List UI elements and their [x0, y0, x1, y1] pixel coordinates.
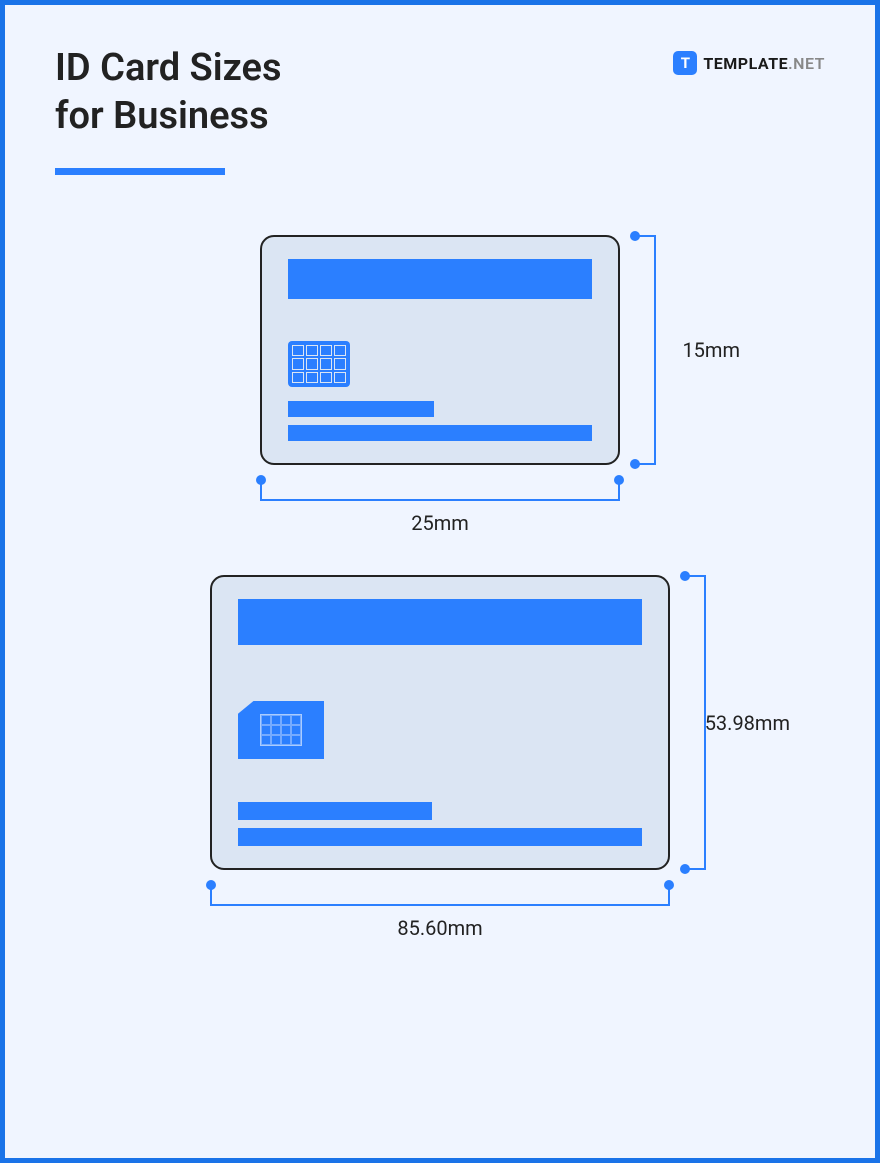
- page-title: ID Card Sizes for Business: [55, 45, 282, 140]
- card-bottom-lines: [238, 802, 642, 846]
- height-label: 53.98mm: [705, 711, 790, 735]
- card-small: [260, 235, 620, 465]
- card-top-stripe: [238, 599, 642, 645]
- width-label: 25mm: [411, 511, 469, 535]
- card-top-stripe: [288, 259, 592, 299]
- brand-icon-letter: T: [681, 54, 690, 72]
- width-label: 85.60mm: [397, 916, 482, 940]
- height-bracket: [636, 235, 656, 465]
- brand-suffix: .NET: [788, 54, 825, 73]
- card-line-short: [288, 401, 434, 417]
- width-bracket: [210, 886, 670, 906]
- height-bracket: [686, 575, 706, 870]
- chip-icon: [288, 341, 350, 387]
- brand-name: TEMPLATE: [703, 54, 788, 73]
- card-line-long: [238, 828, 642, 846]
- header: ID Card Sizes for Business T TEMPLATE.NE…: [55, 45, 825, 175]
- brand-logo: T TEMPLATE.NET: [673, 51, 825, 75]
- title-line-1: ID Card Sizes: [55, 46, 282, 90]
- brand-text: TEMPLATE.NET: [703, 54, 825, 73]
- card-block-small: 15mm 25mm: [260, 235, 620, 465]
- brand-icon: T: [673, 51, 697, 75]
- sim-icon: [238, 701, 324, 759]
- card-block-large: 53.98mm 85.60mm: [210, 575, 670, 870]
- sim-row: [238, 701, 642, 759]
- card-line-long: [288, 425, 592, 441]
- title-underline: [55, 168, 225, 175]
- height-label: 15mm: [682, 338, 740, 362]
- title-line-2: for Business: [55, 94, 269, 138]
- card-large: [210, 575, 670, 870]
- page-frame: ID Card Sizes for Business T TEMPLATE.NE…: [0, 0, 880, 1163]
- diagram-area: 15mm 25mm: [55, 235, 825, 870]
- chip-row: [288, 341, 592, 387]
- card-line-short: [238, 802, 432, 820]
- title-block: ID Card Sizes for Business: [55, 45, 282, 175]
- card-bottom-lines: [288, 401, 592, 441]
- width-bracket: [260, 481, 620, 501]
